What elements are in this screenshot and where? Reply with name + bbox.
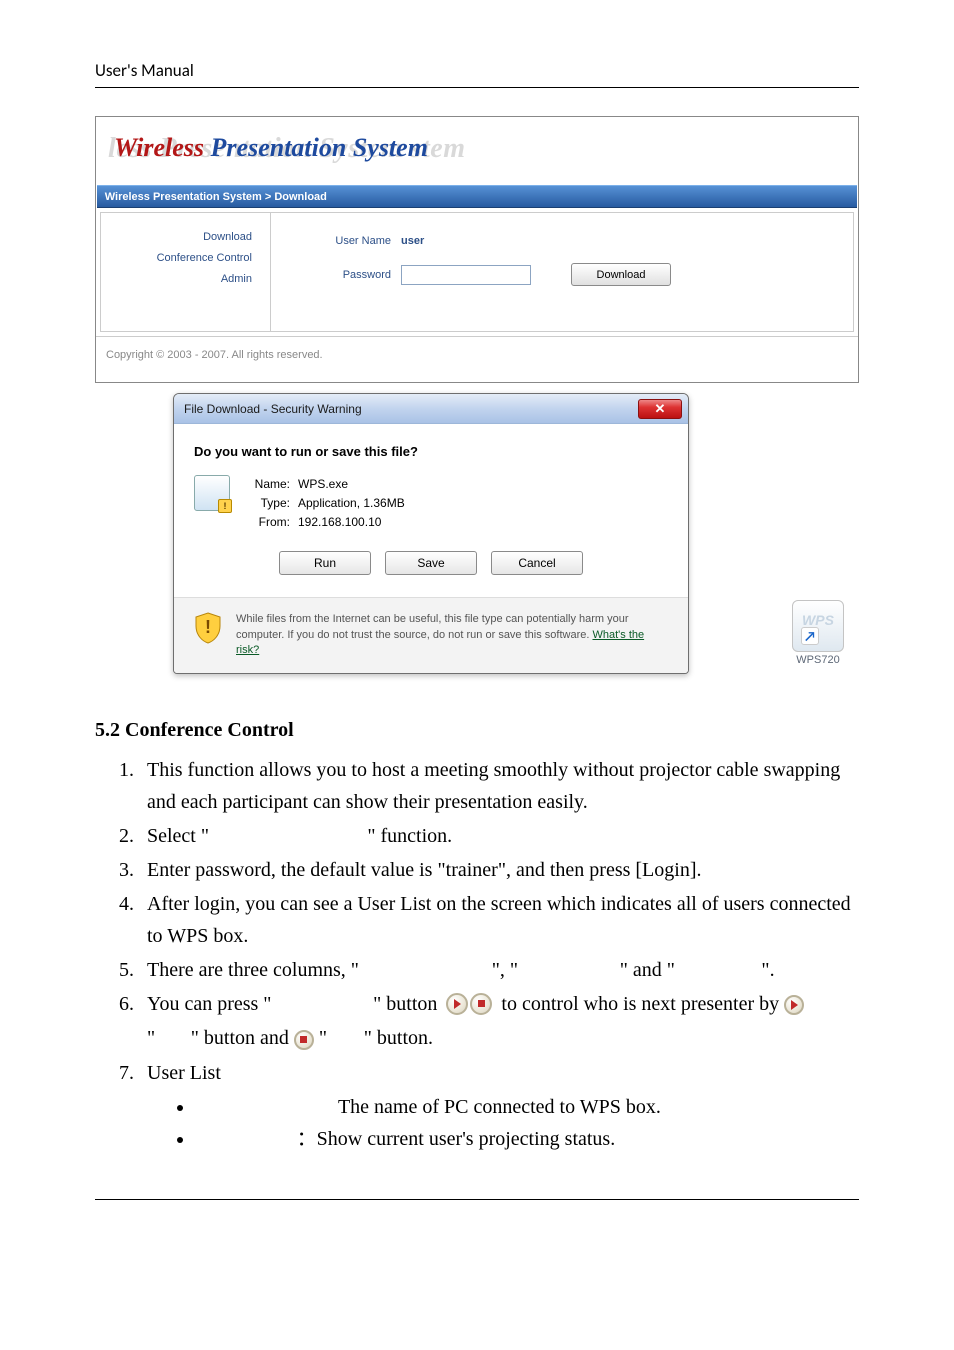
wps-web-screenshot: less Presentation System stem Wireless P…: [95, 116, 859, 383]
sub-list-item: Play Control：Show current user's project…: [195, 1123, 859, 1155]
dialog-question: Do you want to run or save this file?: [194, 444, 668, 459]
document-header: User's Manual: [95, 60, 859, 88]
meta-from-label: From:: [244, 513, 290, 532]
list-item: Enter password, the default value is "tr…: [139, 854, 859, 886]
dialog-warning: ! While files from the Internet can be u…: [174, 597, 688, 674]
run-button[interactable]: Run: [279, 551, 371, 575]
meta-type-value: Application, 1.36MB: [298, 494, 405, 513]
desktop-shortcut-icon[interactable]: WPS ↗ WPS720: [782, 600, 854, 672]
stop-icon: [470, 993, 492, 1015]
shortcut-arrow-icon: ↗: [801, 627, 819, 645]
password-input[interactable]: [401, 265, 531, 285]
dialog-title: File Download - Security Warning: [184, 402, 638, 416]
wps-main: User Name user Password Download: [271, 213, 853, 331]
section-content: 5.2 Conference Control This function all…: [95, 714, 859, 1155]
list-item: This function allows you to host a meeti…: [139, 754, 859, 818]
header-rule: [95, 87, 859, 88]
close-icon[interactable]: ✕: [638, 399, 682, 419]
file-meta: Name: WPS.exe Type: Application, 1.36MB Fr…: [244, 475, 405, 533]
list-item: User List Computer Name: The name of PC …: [139, 1057, 859, 1155]
list-item: There are three columns, "Computer Name"…: [139, 954, 859, 986]
save-button[interactable]: Save: [385, 551, 477, 575]
meta-from-value: 192.168.100.10: [298, 513, 381, 532]
sidebar-download[interactable]: Download: [109, 227, 252, 248]
wps-sidebar: Download Conference Control Admin: [101, 213, 271, 331]
numbered-list: This function allows you to host a meeti…: [95, 754, 859, 1155]
wps-banner: less Presentation System stem Wireless P…: [96, 117, 858, 185]
shortcut-label: WPS720: [782, 654, 854, 666]
download-button[interactable]: Download: [571, 263, 671, 286]
svg-text:!: !: [205, 617, 211, 637]
list-item: Select "Conference Control" function.: [139, 820, 859, 852]
wps-breadcrumb: Wireless Presentation System > Download: [97, 185, 857, 208]
sidebar-admin[interactable]: Admin: [109, 269, 252, 290]
stop-icon: [294, 1030, 314, 1050]
play-icon: [446, 993, 468, 1015]
wps-body: Download Conference Control Admin User N…: [100, 212, 854, 332]
play-stop-pair-icon: [446, 993, 492, 1015]
username-value: user: [401, 235, 424, 247]
file-download-dialog: File Download - Security Warning ✕ Do yo…: [173, 393, 689, 674]
play-icon: [784, 995, 804, 1015]
meta-name-label: Name:: [244, 475, 290, 494]
username-label: User Name: [311, 235, 391, 247]
wps-banner-title: Wireless Presentation System: [114, 133, 858, 163]
cancel-button[interactable]: Cancel: [491, 551, 583, 575]
footer-rule: [95, 1199, 859, 1200]
shield-icon: !: [194, 612, 222, 644]
header-title: User's Manual: [95, 60, 859, 87]
dialog-warning-text: While files from the Internet can be use…: [236, 612, 668, 660]
password-label: Password: [311, 269, 391, 281]
shortcut-icon-graphic: WPS ↗: [792, 600, 844, 652]
file-type-icon: [194, 475, 230, 511]
dialog-titlebar: File Download - Security Warning ✕: [174, 394, 688, 424]
wps-copyright: Copyright © 2003 - 2007. All rights rese…: [96, 336, 858, 382]
sidebar-conference[interactable]: Conference Control: [109, 248, 252, 269]
sub-list: Computer Name: The name of PC connected …: [147, 1091, 859, 1155]
list-item: You can press "Play Control" button to c…: [139, 988, 859, 1055]
meta-name-value: WPS.exe: [298, 475, 348, 494]
sub-list-item: Computer Name: The name of PC connected …: [195, 1091, 859, 1123]
meta-type-label: Type:: [244, 494, 290, 513]
list-item: After login, you can see a User List on …: [139, 888, 859, 952]
dialog-row: File Download - Security Warning ✕ Do yo…: [95, 393, 859, 674]
section-title: 5.2 Conference Control: [95, 714, 859, 746]
